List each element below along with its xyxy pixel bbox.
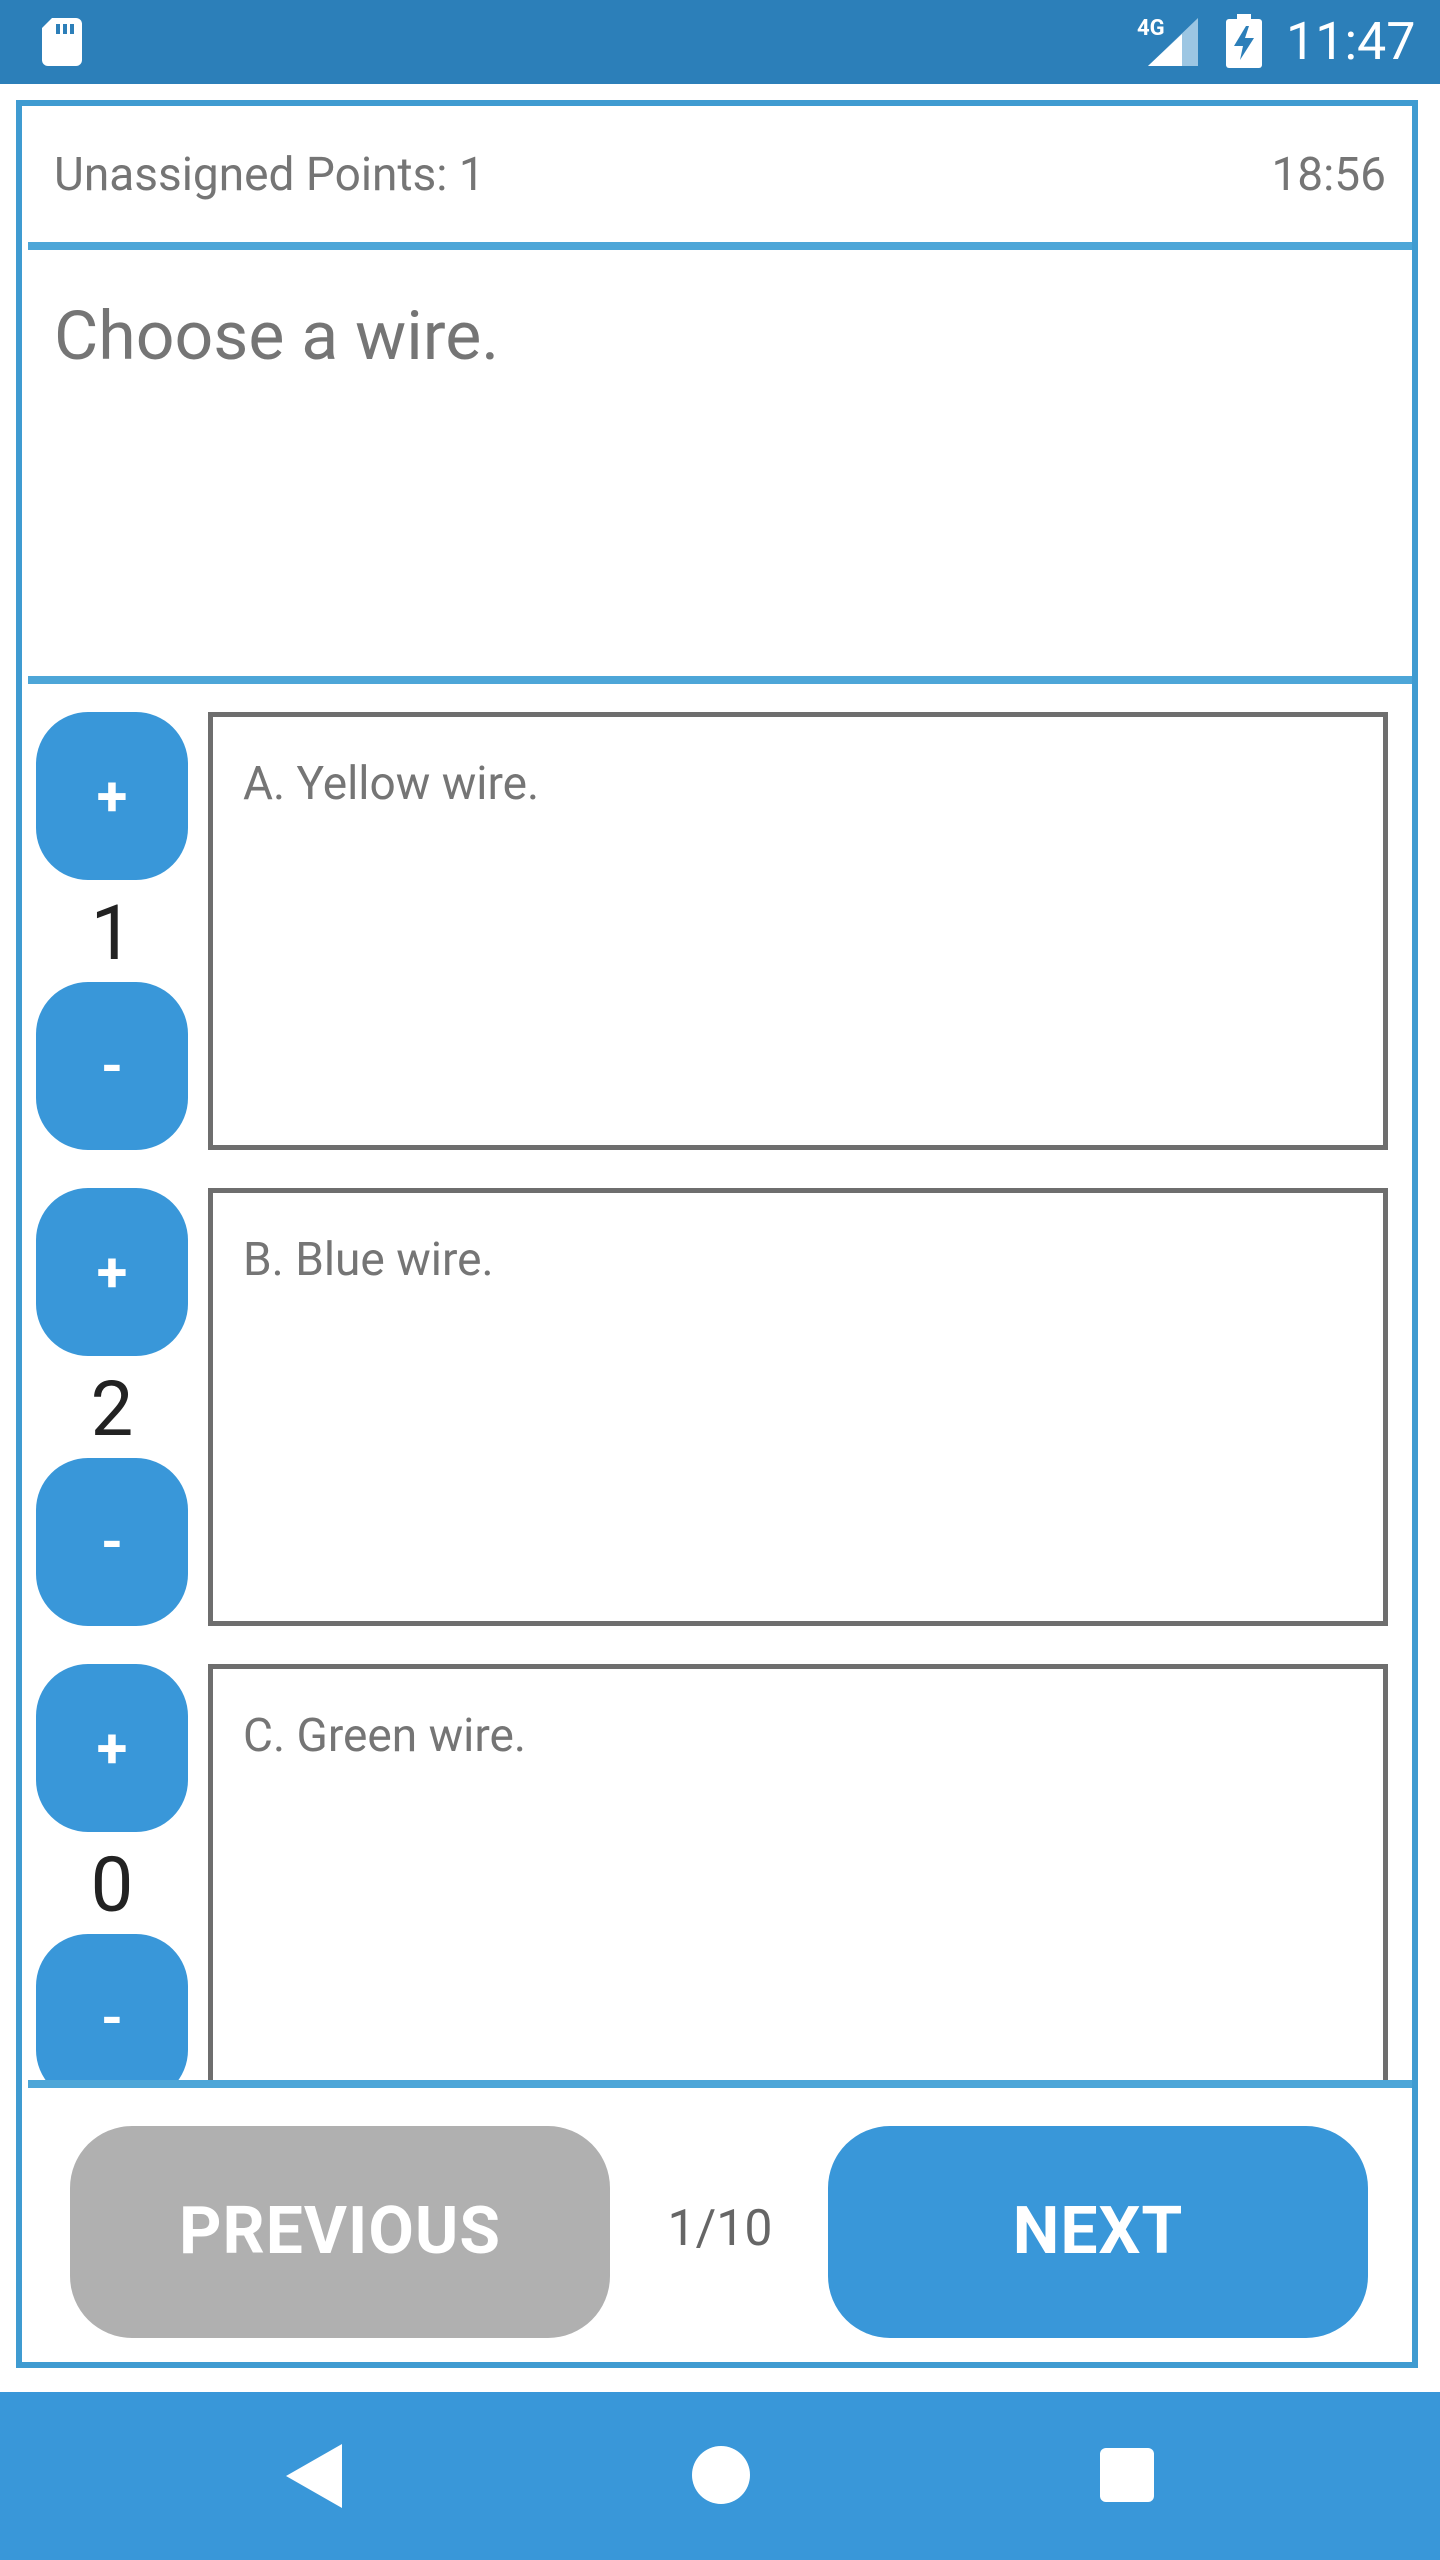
system-nav-bar — [0, 2392, 1440, 2560]
status-time: 11:47 — [1286, 11, 1416, 72]
decrement-button-c[interactable]: - — [36, 1934, 188, 2080]
back-icon[interactable] — [286, 2444, 342, 2508]
question-panel: Choose a wire. — [28, 258, 1412, 684]
points-header: Unassigned Points: 1 18:56 — [28, 112, 1412, 250]
answers-list[interactable]: + 1 - A. Yellow wire. + 2 - B. Blue wire… — [28, 692, 1412, 2080]
next-button[interactable]: NEXT — [828, 2126, 1368, 2338]
increment-button-a[interactable]: + — [36, 712, 188, 880]
answer-row-c: + 0 - C. Green wire. — [28, 1644, 1412, 2080]
answer-option-b[interactable]: B. Blue wire. — [208, 1188, 1388, 1626]
home-icon[interactable] — [692, 2446, 750, 2504]
score-c: 0 — [90, 1840, 134, 1930]
question-text: Choose a wire. — [54, 296, 500, 376]
decrement-button-a[interactable]: - — [36, 982, 188, 1150]
page-indicator: 1/10 — [667, 2200, 773, 2258]
answer-option-a[interactable]: A. Yellow wire. — [208, 712, 1388, 1150]
previous-button[interactable]: PREVIOUS — [70, 2126, 610, 2338]
nav-divider — [28, 2080, 1412, 2088]
battery-charging-icon — [1226, 14, 1262, 68]
recent-apps-icon[interactable] — [1100, 2448, 1154, 2502]
answer-text-a: A. Yellow wire. — [243, 757, 540, 811]
cellular-signal-icon — [1148, 18, 1198, 66]
countdown-timer: 18:56 — [1271, 148, 1386, 202]
sd-card-icon — [42, 18, 82, 66]
decrement-button-b[interactable]: - — [36, 1458, 188, 1626]
status-bar: 4G 11:47 — [0, 0, 1440, 84]
answer-text-c: C. Green wire. — [243, 1709, 527, 1763]
answer-text-b: B. Blue wire. — [243, 1233, 494, 1287]
unassigned-points: Unassigned Points: 1 — [54, 148, 485, 202]
answer-option-c[interactable]: C. Green wire. — [208, 1664, 1388, 2080]
unassigned-points-value: 1 — [458, 148, 485, 202]
score-b: 2 — [90, 1364, 134, 1454]
answer-row-a: + 1 - A. Yellow wire. — [28, 692, 1412, 1150]
increment-button-b[interactable]: + — [36, 1188, 188, 1356]
increment-button-c[interactable]: + — [36, 1664, 188, 1832]
score-a: 1 — [90, 888, 134, 978]
answer-row-b: + 2 - B. Blue wire. — [28, 1168, 1412, 1626]
unassigned-points-label: Unassigned Points: — [54, 148, 448, 202]
